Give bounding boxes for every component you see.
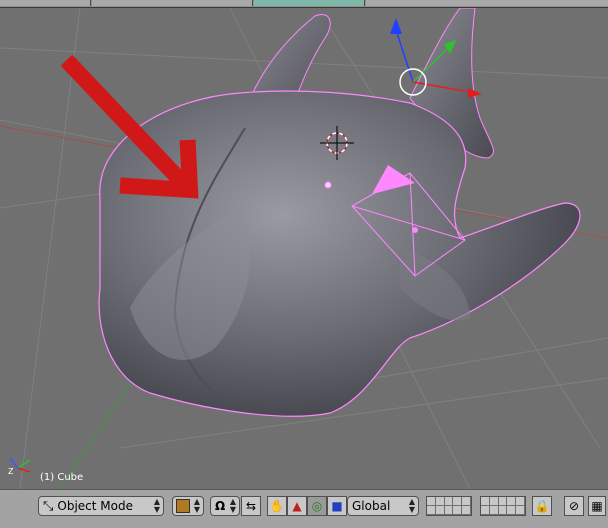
snap-toggle[interactable]: ⇆ <box>241 496 261 516</box>
orientation-label: Global <box>352 499 391 513</box>
triangle-icon: ▲ <box>292 499 302 513</box>
scale-manipulator[interactable]: ■ <box>327 496 347 516</box>
top-window-header <box>0 0 608 8</box>
top-tab-middle[interactable] <box>92 0 253 6</box>
pivot-icon: Ω <box>215 499 226 513</box>
translate-manipulator[interactable]: ▲ <box>287 496 307 516</box>
3d-view-header: ⤡ Object Mode ▲ ▼ ▲ ▼ Ω ▲ ▼ ⇆ ✋ ▲ ◎ ■ Globa… <box>0 489 608 528</box>
snap-icon: ⇆ <box>245 499 257 513</box>
rotate-manipulator[interactable]: ◎ <box>307 496 327 516</box>
lock-icon: 🔒 <box>534 499 550 513</box>
shading-icon <box>176 499 190 513</box>
orientation-select[interactable]: Global ▲ ▼ <box>347 496 419 516</box>
hand-icon: ✋ <box>269 499 285 513</box>
mode-select-arrows-icon: ▲ ▼ <box>153 497 160 514</box>
mode-icon: ⤡ <box>43 498 54 514</box>
manipulator-toggle[interactable]: ✋ <box>267 496 287 516</box>
render-button[interactable]: ▦ <box>588 496 606 516</box>
square-icon: ■ <box>331 499 343 513</box>
layer-lock-toggle[interactable]: 🔒 <box>532 496 552 516</box>
draw-type-select[interactable]: ▲ ▼ <box>172 496 204 516</box>
render-icon: ▦ <box>591 499 603 513</box>
top-tab-right[interactable] <box>366 0 608 6</box>
mode-label: Object Mode <box>57 499 133 513</box>
scene-svg: Z <box>0 8 608 489</box>
circle-icon: ◎ <box>311 499 323 513</box>
proportional-edit-toggle[interactable]: ⊘ <box>564 496 584 516</box>
top-tab-active[interactable] <box>254 0 365 6</box>
mesh-body[interactable] <box>98 90 581 417</box>
3d-viewport[interactable]: Z (1) Cube <box>0 8 608 489</box>
layer-buttons-1[interactable] <box>426 496 472 516</box>
orientation-arrows-icon: ▲ ▼ <box>408 497 415 514</box>
object-info-label: (1) Cube <box>40 472 84 483</box>
top-tab-left[interactable] <box>0 0 91 6</box>
magnet-icon: ⊘ <box>568 499 580 513</box>
layer-buttons-2[interactable] <box>480 496 526 516</box>
mode-select[interactable]: ⤡ Object Mode ▲ ▼ <box>38 496 164 516</box>
pivot-arrows-icon: ▲ ▼ <box>229 497 236 514</box>
draw-type-arrows-icon: ▲ ▼ <box>193 497 200 514</box>
object-origin[interactable] <box>324 181 332 189</box>
svg-text:Z: Z <box>8 467 14 476</box>
pivot-select[interactable]: Ω ▲ ▼ <box>210 496 240 516</box>
axis-gizmo: Z <box>8 457 31 476</box>
